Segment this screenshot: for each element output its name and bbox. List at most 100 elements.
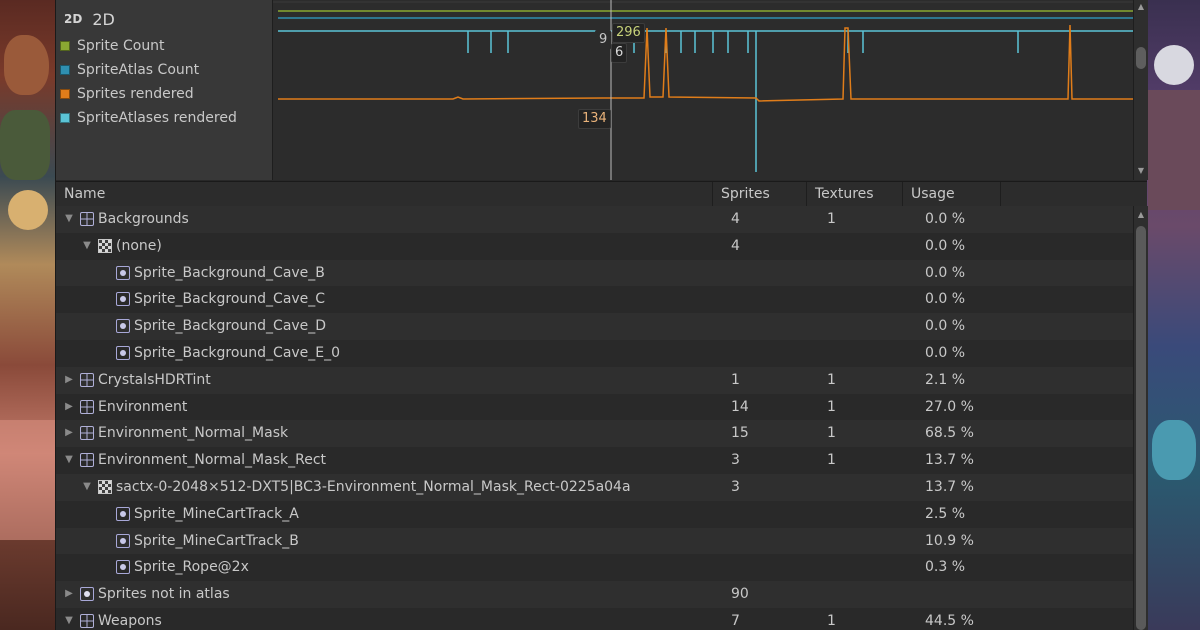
sprite-atlas-icon [80,426,94,441]
legend-label: SpriteAtlas Count [77,62,200,78]
legend-label: SpriteAtlases rendered [77,110,237,126]
table-row[interactable]: ▼ Weapons 7 1 44.5 % [56,608,1133,630]
table-row[interactable]: Sprite_Background_Cave_B 0.0 % [56,259,1133,287]
sprite-icon [116,560,130,575]
row-usage: 0.0 % [925,345,966,361]
column-header-textures[interactable]: Textures [807,182,903,206]
table-row[interactable]: ▼ Environment_Normal_Mask_Rect 3 1 13.7 % [56,447,1133,474]
sprite-atlas-icon [80,212,94,226]
expand-arrow-icon[interactable]: ▶ [64,428,74,438]
row-usage: 0.0 % [925,291,966,308]
row-usage: 2.1 % [925,371,966,388]
row-sprites: 4 [731,237,740,254]
table-row[interactable]: Sprite_Background_Cave_C 0.0 % [56,286,1133,314]
row-textures: 1 [827,425,836,442]
expand-arrow-icon[interactable]: ▶ [64,374,74,385]
expand-arrow-icon[interactable]: ▶ [64,401,74,412]
table-row[interactable]: ▶ Environment_Normal_Mask 15 1 68.5 % [56,420,1133,448]
table-row[interactable]: ▼ Backgrounds 4 1 0.0 % [56,206,1133,233]
row-name: CrystalsHDRTint [98,371,211,388]
table-row[interactable]: Sprite_MineCartTrack_B 10.9 % [56,527,1133,555]
profiler-window: 2D 2D Sprite Count SpriteAtlas Count Sprit… [55,0,1148,630]
row-sprites: 4 [731,211,740,227]
column-header-sprites[interactable]: Sprites [713,182,807,206]
table-row[interactable]: Sprite_Background_Cave_E_0 0.0 % [56,340,1133,367]
table-row[interactable]: Sprite_Rope@2x 0.3 % [56,554,1133,582]
row-name: Environment [98,398,188,415]
row-textures: 1 [827,211,836,227]
collapse-arrow-icon[interactable]: ▼ [64,214,74,224]
legend-swatch [60,113,70,123]
row-name: Sprite_Background_Cave_D [134,318,327,335]
module-2d-icon: 2D [64,12,83,26]
row-name: Sprite_Background_Cave_C [134,291,326,308]
scroll-down-icon[interactable]: ▼ [1136,166,1146,176]
game-background-right [1146,0,1200,630]
module-legend-panel[interactable]: 2D 2D Sprite Count SpriteAtlas Count Sprit… [56,0,273,180]
chart-area: 2D 2D Sprite Count SpriteAtlas Count Sprit… [56,0,1148,180]
row-name: (none) [116,237,162,254]
collapse-arrow-icon[interactable]: ▼ [64,616,74,626]
scroll-up-icon[interactable]: ▲ [1136,2,1146,12]
sprite-icon [80,587,94,602]
table-row[interactable]: ▶ CrystalsHDRTint 1 1 2.1 % [56,366,1133,394]
table-row[interactable]: ▼ sactx-0-2048×512-DXT5|BC3-Environment_N… [56,474,1133,501]
collapse-arrow-icon[interactable]: ▼ [64,455,74,465]
table-row[interactable]: Sprite_MineCartTrack_A 2.5 % [56,500,1133,528]
row-name: Sprites not in atlas [98,586,230,603]
legend-swatch [60,41,70,51]
legend-item-spriteatlases-rendered[interactable]: SpriteAtlases rendered [60,108,237,128]
row-sprites: 3 [731,479,740,495]
table-row[interactable]: ▶ Sprites not in atlas 90 [56,581,1133,608]
row-textures: 1 [827,452,836,469]
table-row[interactable]: Sprite_Background_Cave_D 0.0 % [56,313,1133,340]
atlas-tree-table: ▼ Backgrounds 4 1 0.0 % ▼ (none) 4 0.0 % Sprite_B… [56,206,1133,630]
sprite-atlas-icon [80,453,94,468]
series-sprites-rendered-line [278,24,1133,102]
table-scroll-up-icon[interactable]: ▲ [1136,210,1146,220]
module-title-label: 2D [92,9,115,29]
sprite-icon [116,346,130,360]
sprite-icon [116,533,130,548]
table-row[interactable]: ▼ (none) 4 0.0 % [56,232,1133,260]
column-header-usage[interactable]: Usage [903,182,1001,206]
column-header-name[interactable]: Name [56,182,713,206]
module-title: 2D 2D [64,9,115,29]
chart-svg [273,0,1133,180]
row-usage: 2.5 % [925,505,966,522]
table-header: Name Sprites Textures Usage [56,181,1147,207]
legend-item-spriteatlas-count[interactable]: SpriteAtlas Count [60,60,199,80]
row-name: Sprite_Rope@2x [134,559,249,576]
tooltip-spriteatlases-rendered: 6 [611,43,628,63]
expand-arrow-icon[interactable]: ▶ [64,589,74,599]
table-row[interactable]: ▶ Environment 14 1 27.0 % [56,393,1133,421]
sprite-atlas-icon [80,399,94,414]
legend-item-sprites-rendered[interactable]: Sprites rendered [60,84,194,104]
chart-scroll-thumb[interactable] [1136,47,1146,69]
row-name: sactx-0-2048×512-DXT5|BC3-Environment_No… [116,479,631,495]
row-usage: 44.5 % [925,613,974,629]
row-usage: 27.0 % [925,398,974,415]
row-usage: 13.7 % [925,452,974,469]
row-usage: 0.3 % [925,559,966,576]
collapse-arrow-icon[interactable]: ▼ [82,240,92,251]
chart-scrollbar[interactable]: ▲ ▼ [1133,0,1148,180]
tooltip-sprites-rendered: 134 [578,109,611,129]
legend-swatch [60,65,70,75]
legend-item-sprite-count[interactable]: Sprite Count [60,36,165,56]
table-scroll-thumb[interactable] [1136,226,1146,630]
sprite-icon [116,506,130,521]
row-usage: 68.5 % [925,425,974,442]
row-sprites: 15 [731,425,749,442]
row-sprites: 1 [731,371,740,388]
row-sprites: 90 [731,586,749,603]
sprite-icon [116,319,130,334]
row-name: Sprite_Background_Cave_E_0 [134,345,341,361]
row-name: Environment_Normal_Mask_Rect [98,452,327,469]
row-usage: 0.0 % [925,264,966,281]
tooltip-spriteatlas-count: 9 [595,30,612,50]
row-name: Sprite_MineCartTrack_A [134,505,299,522]
table-scrollbar[interactable]: ▲ [1133,206,1148,630]
profiler-graph[interactable]: 296 9 6 134 [273,0,1133,180]
collapse-arrow-icon[interactable]: ▼ [82,482,92,492]
